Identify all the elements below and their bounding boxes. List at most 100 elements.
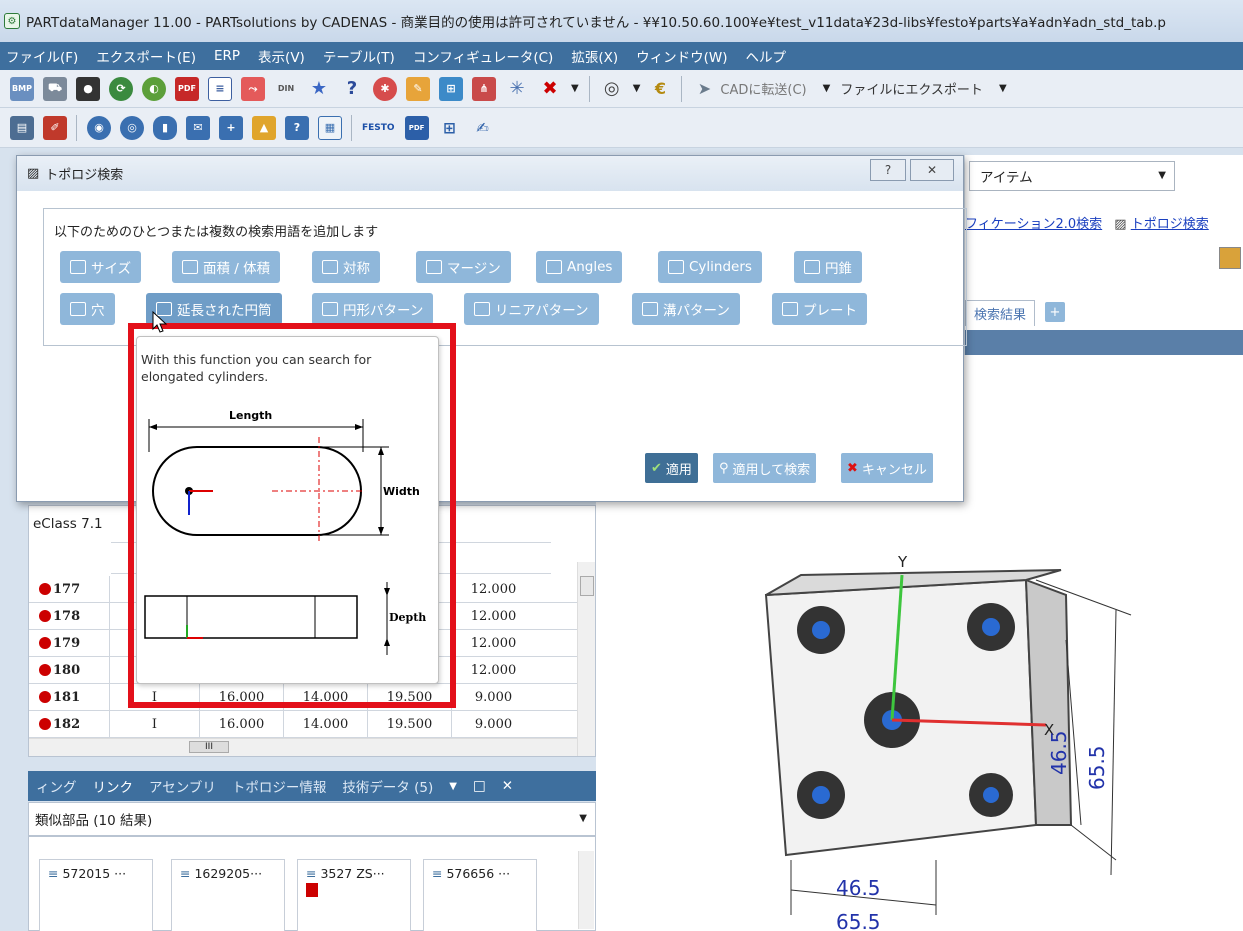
apply-button[interactable]: ✔ 適用 — [645, 453, 698, 483]
table-horizontal-scrollbar[interactable]: III — [29, 738, 577, 756]
linear-pattern-button[interactable]: リニアパターン — [464, 293, 599, 325]
truck-icon[interactable]: ⛟ — [43, 76, 67, 101]
disc-icon[interactable]: ◎ — [599, 76, 624, 101]
dropdown-arrow-icon[interactable]: ▼ — [999, 83, 1007, 94]
tab-technical-data[interactable]: 技術データ (5) — [342, 776, 433, 796]
users-db-icon[interactable]: ◎ — [120, 115, 144, 140]
tab-topology-info[interactable]: トポロジー情報 — [232, 776, 327, 796]
menu-help[interactable]: ヘルプ — [746, 46, 787, 66]
table-cell: 12.000 — [451, 656, 535, 684]
dropdown-arrow-icon[interactable]: ▼ — [633, 83, 641, 94]
margin-button[interactable]: マージン — [416, 251, 511, 283]
cone-button[interactable]: 円錐 — [794, 251, 862, 283]
tree-icon[interactable]: ⊞ — [439, 76, 463, 101]
tab-search-results[interactable]: 検索結果 — [965, 300, 1035, 326]
status-dot-icon — [39, 691, 51, 703]
puzzle-icon[interactable]: ✱ — [373, 76, 397, 101]
toolbar-separator — [76, 114, 77, 141]
user-db-icon[interactable]: ◉ — [87, 115, 111, 140]
menu-export[interactable]: エクスポート(E) — [96, 46, 196, 66]
cancel-button[interactable]: ✖ キャンセル — [841, 453, 933, 483]
item-combo[interactable]: アイテム ▼ — [969, 161, 1175, 191]
cylinders-button[interactable]: Cylinders — [658, 251, 762, 283]
tab-assembly[interactable]: アセンブリ — [149, 776, 216, 796]
help-button[interactable]: ? — [870, 159, 906, 181]
menu-configurator[interactable]: コンフィギュレータ(C) — [413, 46, 554, 66]
dropdown-arrow-icon[interactable]: ▼ — [823, 83, 831, 94]
groove-pattern-button[interactable]: 溝パターン — [632, 293, 740, 325]
maximize-icon[interactable]: □ — [473, 778, 486, 794]
festo-pdf-icon[interactable]: PDF — [404, 115, 429, 140]
chevron-down-icon[interactable]: ▼ — [449, 781, 457, 792]
database-icon[interactable]: ▮ — [153, 115, 177, 140]
cad-transfer-icon[interactable]: ➤ — [692, 76, 717, 101]
hierarchy-icon[interactable]: ⋔ — [472, 76, 496, 101]
close-icon[interactable]: ✕ — [502, 778, 513, 794]
angles-button[interactable]: Angles — [536, 251, 623, 283]
menu-extend[interactable]: 拡張(X) — [571, 46, 618, 66]
clear-icon[interactable] — [1219, 247, 1241, 269]
sign-icon[interactable]: ✍ — [470, 115, 495, 140]
topology-icon: ▨ — [27, 166, 40, 181]
topology-search-link[interactable]: トポロジ検索 — [1131, 217, 1209, 232]
festo-logo[interactable]: FESTO — [362, 123, 395, 133]
dimension-label[interactable]: 46.5 — [1047, 730, 1071, 775]
menu-view[interactable]: 表示(V) — [258, 46, 305, 66]
star-icon[interactable]: ★ — [307, 76, 331, 101]
similar-parts-combo[interactable]: 類似部品 (10 結果) ▼ — [28, 802, 596, 836]
bmp-icon[interactable]: BMP — [10, 76, 34, 101]
paint-icon[interactable]: ✎ — [406, 76, 430, 101]
similar-part-card[interactable]: ≡ 3527 ZS··· — [297, 859, 411, 931]
table-cell: 9.000 — [451, 710, 535, 738]
chart-icon[interactable]: ⤳ — [241, 76, 265, 101]
area-volume-button[interactable]: 面積 / 体積 — [172, 251, 281, 283]
window-icon[interactable]: ▤ — [10, 115, 34, 140]
tab-links[interactable]: リンク — [93, 776, 134, 796]
shapes-icon[interactable]: ▲ — [252, 115, 276, 140]
menu-file[interactable]: ファイル(F) — [6, 46, 78, 66]
cad-transfer-button[interactable]: CADに転送(C) — [720, 79, 806, 98]
grid-icon[interactable]: ⊞ — [437, 115, 462, 140]
db-mail-icon[interactable]: ✉ — [186, 115, 210, 140]
apply-search-button[interactable]: ⚲ 適用して検索 — [713, 453, 817, 483]
table-row[interactable]: 182 I 16.000 14.000 19.500 9.000 — [29, 710, 577, 738]
dimension-label[interactable]: 46.5 — [836, 876, 881, 900]
cards-scrollbar[interactable] — [578, 851, 594, 929]
file-export-button[interactable]: ファイルにエクスポート — [840, 79, 983, 98]
circular-pattern-button[interactable]: 円形パターン — [312, 293, 434, 325]
plate-button[interactable]: プレート — [772, 293, 867, 325]
wrench-icon[interactable]: ✐ — [43, 115, 67, 140]
help-icon[interactable]: ? — [340, 76, 364, 101]
table-icon[interactable]: ▦ — [318, 115, 342, 140]
menu-window[interactable]: ウィンドウ(W) — [636, 46, 727, 66]
card-title: 1629205··· — [194, 866, 263, 881]
din-icon[interactable]: DIN — [274, 76, 298, 101]
symmetry-button[interactable]: 対称 — [312, 251, 380, 283]
list-icon[interactable]: ≡ — [208, 76, 232, 101]
wand-icon[interactable]: ✳ — [505, 76, 529, 101]
db-add-icon[interactable]: + — [219, 115, 243, 140]
similar-part-card[interactable]: ≡ 1629205··· — [171, 859, 285, 931]
menu-table[interactable]: テーブル(T) — [323, 46, 395, 66]
db-help-icon[interactable]: ? — [285, 115, 309, 140]
similar-part-card[interactable]: ≡ 576656 ··· — [423, 859, 537, 931]
traffic-light-icon[interactable]: ● — [76, 76, 100, 101]
euro-search-icon[interactable]: € — [648, 76, 673, 101]
hole-button[interactable]: 穴 — [60, 293, 115, 325]
dimension-label[interactable]: 65.5 — [836, 910, 881, 931]
dropdown-arrow-icon[interactable]: ▼ — [571, 83, 579, 94]
refresh-globe-icon[interactable]: ⟳ — [109, 76, 133, 101]
similar-part-card[interactable]: ≡ 572015 ··· — [39, 859, 153, 931]
dialog-close-button[interactable]: ✕ — [910, 159, 954, 181]
tab-partial[interactable]: ィング — [36, 776, 77, 796]
pdf-icon[interactable]: PDF — [175, 76, 199, 101]
dimension-label[interactable]: 65.5 — [1085, 745, 1109, 790]
close-red-icon[interactable]: ✖ — [538, 76, 562, 101]
globe-icon[interactable]: ◐ — [142, 76, 166, 101]
classification-search-link[interactable]: フィケーション2.0検索 — [965, 217, 1102, 232]
menu-erp[interactable]: ERP — [214, 48, 240, 64]
size-button[interactable]: サイズ — [60, 251, 142, 283]
add-tab-button[interactable]: + — [1045, 302, 1065, 322]
hscroll-thumb[interactable]: III — [189, 741, 229, 753]
table-vertical-scrollbar[interactable] — [577, 562, 595, 756]
